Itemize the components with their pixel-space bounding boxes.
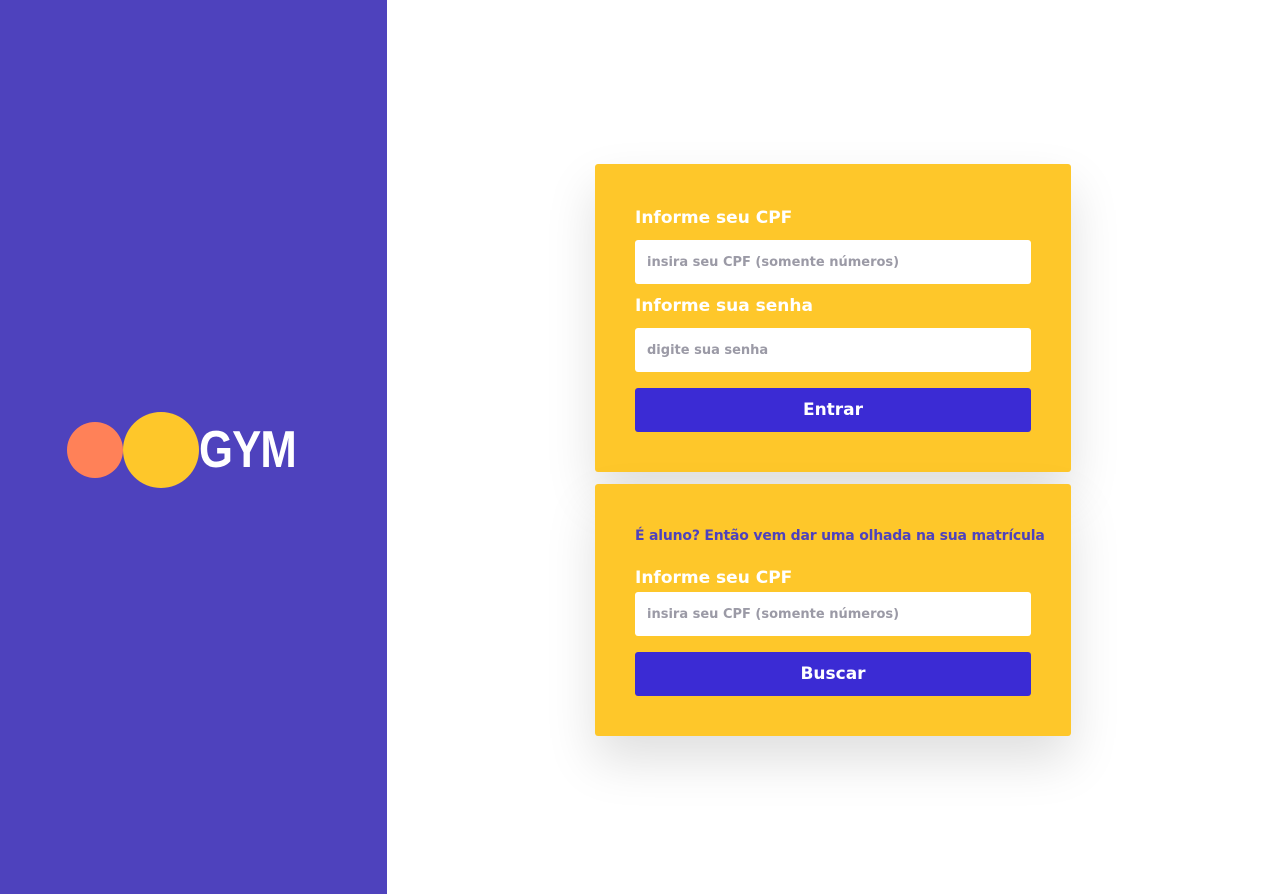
logo-yellow-circle-icon (123, 412, 199, 488)
cpf-label: Informe seu CPF (635, 208, 793, 228)
enrollment-subtitle: É aluno? Então vem dar uma olhada na sua… (635, 528, 1045, 544)
search-cpf-label: Informe seu CPF (635, 568, 793, 588)
gym-logo: GYM (67, 412, 327, 488)
logo-orange-circle-icon (67, 422, 123, 478)
password-label: Informe sua senha (635, 296, 813, 316)
login-button[interactable]: Entrar (635, 388, 1031, 432)
password-input[interactable] (635, 328, 1031, 372)
cpf-input[interactable] (635, 240, 1031, 284)
search-cpf-input[interactable] (635, 592, 1031, 636)
app: GYM Informe seu CPF Informe sua senha En… (0, 0, 1268, 894)
enrollment-search-card: É aluno? Então vem dar uma olhada na sua… (595, 484, 1071, 736)
search-button[interactable]: Buscar (635, 652, 1031, 696)
logo-text: GYM (199, 421, 297, 479)
login-card: Informe seu CPF Informe sua senha Entrar (595, 164, 1071, 472)
sidebar: GYM (0, 0, 387, 894)
